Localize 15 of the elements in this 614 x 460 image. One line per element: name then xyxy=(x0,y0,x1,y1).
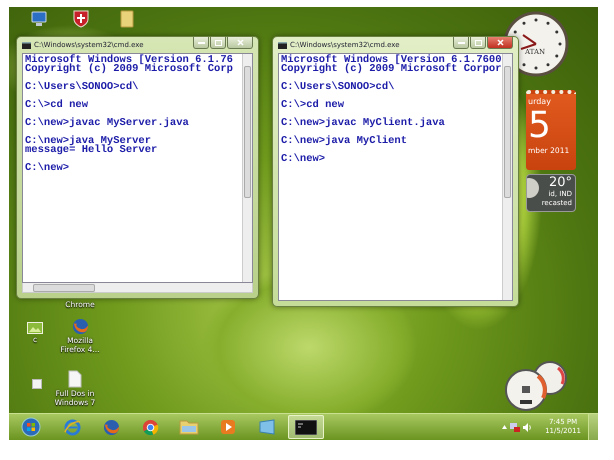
console-line: C:\Users\SONOO>cd\ xyxy=(25,83,140,92)
calendar-day: 5 xyxy=(526,106,576,146)
console-line: C:\new>javac MyClient.java xyxy=(281,119,446,128)
weather-temperature: 20° xyxy=(548,175,572,190)
console-line: C:\new> xyxy=(25,164,70,173)
console-line: C:\new> xyxy=(281,155,326,164)
console-line: message= Hello Server xyxy=(25,146,158,155)
console-line: C:\new>java MyClient xyxy=(281,137,408,146)
console-line: Copyright (c) 2009 Microsoft Corp xyxy=(25,65,234,74)
console-line: C:\>cd new xyxy=(281,101,346,110)
console-line: C:\new>javac MyServer.java xyxy=(25,119,190,128)
console-line: C:\Users\SONOO>cd\ xyxy=(281,83,396,92)
console-line: C:\>cd new xyxy=(25,101,90,110)
calendar-weekday: urday xyxy=(527,96,552,106)
console-line: Copyright (c) 2009 Microsoft Corpor xyxy=(281,65,500,74)
